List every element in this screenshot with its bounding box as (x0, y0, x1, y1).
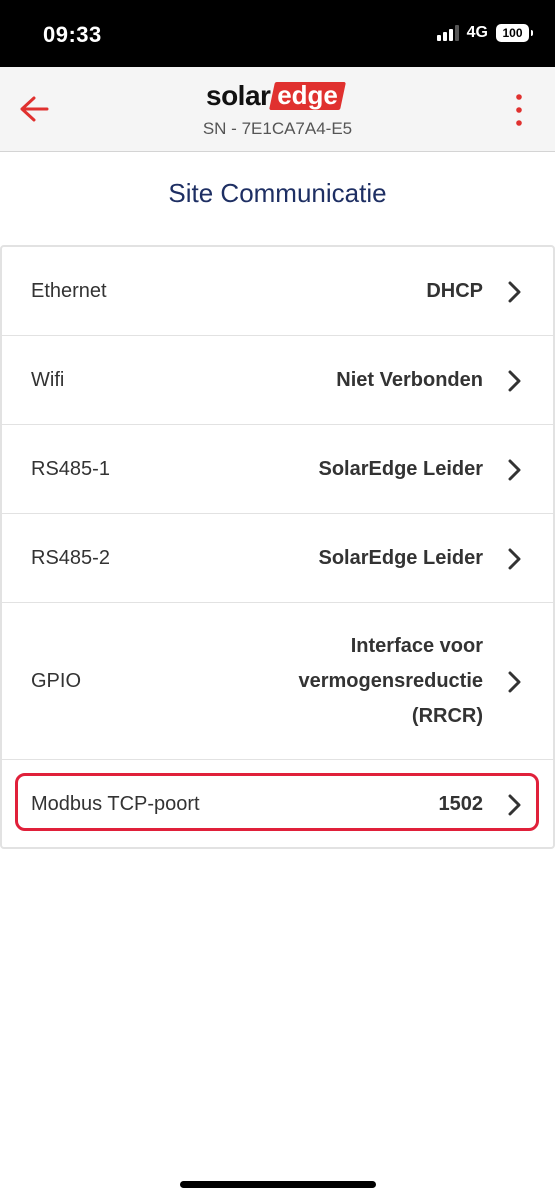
row-label: Wifi (31, 369, 65, 391)
network-type: 4G (466, 24, 488, 41)
page-title: Site Communicatie (168, 178, 387, 208)
chevron-right-icon (508, 370, 521, 392)
status-time: 09:33 (43, 22, 102, 47)
battery-icon: 100 (496, 24, 533, 42)
list-item-ethernet[interactable]: Ethernet DHCP (2, 247, 553, 336)
home-indicator[interactable] (180, 1181, 376, 1188)
list-item-wifi[interactable]: Wifi Niet Verbonden (2, 336, 553, 425)
row-value: Niet Verbonden (336, 369, 483, 391)
row-value: SolarEdge Leider (318, 547, 484, 569)
row-label: RS485-1 (31, 458, 110, 480)
battery-level: 100 (502, 26, 523, 40)
signal-icon (436, 25, 459, 41)
row-value-line: Interface voor (350, 635, 483, 657)
logo-solar-text: solar (206, 80, 271, 111)
status-indicators: 4G 100 (436, 24, 533, 42)
row-value: Interface voor vermogensreductie (RRCR) (298, 629, 483, 734)
more-vertical-icon[interactable] (513, 92, 525, 128)
logo-edge-badge: edge (269, 80, 347, 110)
highlight-outline (15, 773, 539, 831)
logo-edge-text: edge (277, 80, 339, 110)
row-value-line: (RRCR) (411, 705, 483, 727)
chevron-right-icon (508, 548, 521, 570)
status-bar: 09:33 4G 100 (0, 0, 555, 67)
solaredge-logo: solar edge (206, 80, 347, 112)
row-value: DHCP (426, 280, 483, 302)
list-item-gpio[interactable]: GPIO Interface voor vermogensreductie (R… (2, 603, 553, 760)
serial-number: SN - 7E1CA7A4-E5 (202, 119, 353, 138)
list-item-rs485-2[interactable]: RS485-2 SolarEdge Leider (2, 514, 553, 603)
row-label: GPIO (31, 670, 82, 692)
chevron-right-icon (508, 281, 521, 303)
chevron-right-icon (508, 459, 521, 481)
row-label: RS485-2 (31, 547, 110, 569)
row-label: Ethernet (31, 280, 107, 302)
row-value: SolarEdge Leider (318, 458, 484, 480)
chevron-right-icon (508, 671, 521, 693)
list-item-rs485-1[interactable]: RS485-1 SolarEdge Leider (2, 425, 553, 514)
app-header: solar edge SN - 7E1CA7A4-E5 (0, 67, 555, 152)
communication-list: Ethernet DHCP Wifi Niet Verbonden RS485-… (0, 245, 555, 849)
row-value-line: vermogensreductie (298, 670, 483, 692)
